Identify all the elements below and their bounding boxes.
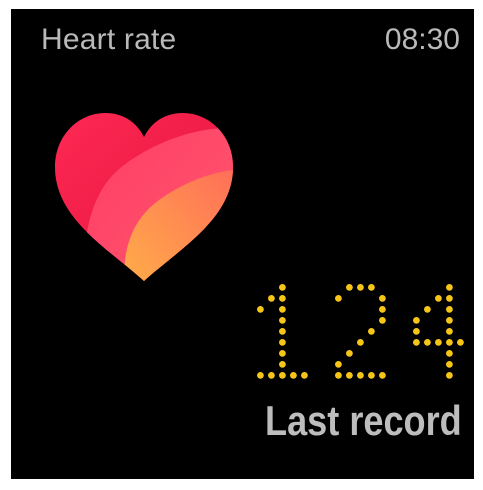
- heart-icon: [55, 113, 233, 281]
- digit-dot: [279, 372, 286, 379]
- digit-dot: [279, 339, 286, 346]
- heart-rate-value: [257, 284, 464, 379]
- digit-dot: [279, 306, 286, 313]
- digit-dot: [379, 372, 386, 379]
- digit-dot: [346, 372, 353, 379]
- digit-dot: [268, 295, 275, 302]
- status-bar: Heart rate 08:30: [11, 9, 474, 73]
- digit-dot: [379, 317, 386, 324]
- digit-2: [335, 284, 386, 379]
- digit-dot: [357, 372, 364, 379]
- digit-dot: [279, 328, 286, 335]
- digit-4: [413, 284, 464, 379]
- digit-dot: [424, 306, 431, 313]
- watch-screen: Heart rate 08:30 Last record: [11, 9, 474, 479]
- digit-dot: [335, 295, 342, 302]
- digit-dot: [257, 372, 264, 379]
- digit-dot: [446, 306, 453, 313]
- digit-dot: [446, 328, 453, 335]
- digit-dot: [457, 339, 464, 346]
- digit-dot: [301, 372, 308, 379]
- digit-dot: [357, 284, 364, 291]
- digit-dot: [446, 372, 453, 379]
- digit-dot: [290, 372, 297, 379]
- digit-dot: [446, 339, 453, 346]
- digit-dot: [279, 361, 286, 368]
- digit-dot: [346, 350, 353, 357]
- digit-dot: [368, 284, 375, 291]
- digit-dot: [368, 328, 375, 335]
- digit-1: [257, 284, 308, 379]
- digit-dot: [279, 350, 286, 357]
- digit-dot: [446, 350, 453, 357]
- digit-dot: [357, 339, 364, 346]
- digit-dot: [379, 306, 386, 313]
- digit-dot: [424, 339, 431, 346]
- app-title: Heart rate: [41, 23, 177, 56]
- clock-time: 08:30: [384, 23, 460, 56]
- digit-dot: [335, 372, 342, 379]
- digit-dot: [446, 284, 453, 291]
- digit-dot: [279, 317, 286, 324]
- digit-dot: [446, 361, 453, 368]
- last-record-label: Last record: [265, 397, 462, 444]
- digit-dot: [368, 372, 375, 379]
- digit-dot: [279, 295, 286, 302]
- digit-dot: [279, 284, 286, 291]
- digit-dot: [446, 295, 453, 302]
- digit-dot: [268, 372, 275, 379]
- digit-dot: [413, 328, 420, 335]
- digit-dot: [346, 284, 353, 291]
- digit-dot: [413, 339, 420, 346]
- digit-dot: [413, 317, 420, 324]
- digit-dot: [335, 361, 342, 368]
- digit-dot: [446, 317, 453, 324]
- digit-dot: [379, 295, 386, 302]
- digit-dot: [435, 295, 442, 302]
- digit-dot: [435, 339, 442, 346]
- digit-dot: [257, 306, 264, 313]
